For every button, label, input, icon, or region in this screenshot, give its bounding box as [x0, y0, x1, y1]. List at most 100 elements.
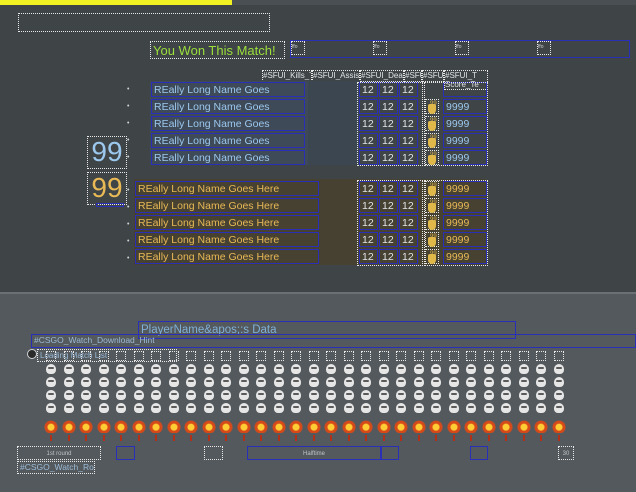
- t-player-name[interactable]: REally Long Name Goes Here: [135, 198, 319, 213]
- skull-icon: [554, 390, 564, 400]
- skull-icon: [466, 364, 476, 374]
- skull-icon: [46, 403, 56, 413]
- round-tick: [383, 435, 385, 441]
- ct-player-name[interactable]: REally Long Name Goes: [151, 116, 305, 131]
- t-row-bullet: •: [127, 187, 130, 194]
- header-text: #SFUI_Text: [422, 70, 444, 82]
- skull-icon: [64, 377, 74, 387]
- skull-icon: [519, 377, 529, 387]
- skull-icon: [484, 390, 494, 400]
- skull-icon: [116, 403, 126, 413]
- skull-icon: [379, 403, 389, 413]
- skull-icon: [99, 377, 109, 387]
- first-round-label: 1st round: [17, 446, 101, 460]
- skull-icon: [274, 403, 284, 413]
- round-avatar-slot: [186, 351, 196, 361]
- bomb-flame-icon: [552, 420, 566, 433]
- bomb-flame-icon: [44, 420, 58, 433]
- loading-info-icon: [27, 349, 37, 359]
- round-tick: [523, 435, 525, 441]
- header-score-label: #SFUI_T: [445, 71, 478, 80]
- skull-icon: [309, 390, 319, 400]
- skull-icon: [81, 364, 91, 374]
- skull-icon: [501, 403, 511, 413]
- ct-row-bullet: •: [127, 137, 130, 144]
- t-player-name[interactable]: REally Long Name Goes Here: [135, 249, 319, 264]
- round-avatar-slot: [239, 351, 249, 361]
- t-row-bullet: •: [127, 204, 130, 211]
- bomb-flame-icon: [447, 420, 461, 433]
- ct-player-name[interactable]: REally Long Name Goes: [151, 99, 305, 114]
- round-tick: [295, 435, 297, 441]
- skull-icon: [554, 403, 564, 413]
- skull-icon: [221, 403, 231, 413]
- ct-team-score: 99: [87, 136, 127, 169]
- skull-icon: [501, 390, 511, 400]
- round-avatar-slot: [554, 351, 564, 361]
- round-tick: [435, 435, 437, 441]
- skull-icon: [414, 377, 424, 387]
- skull-icon: [134, 364, 144, 374]
- round-avatar-slot: [134, 351, 144, 361]
- round-tick: [313, 435, 315, 441]
- ct-row-bullet: •: [127, 86, 130, 93]
- round-avatar-slot: [501, 351, 511, 361]
- skull-icon: [81, 403, 91, 413]
- round-tick: [85, 435, 87, 441]
- bomb-flame-icon: [359, 420, 373, 433]
- bomb-flame-icon: [149, 420, 163, 433]
- skull-icon: [186, 403, 196, 413]
- skull-icon: [256, 390, 266, 400]
- skull-icon: [81, 377, 91, 387]
- bomb-flame-icon: [482, 420, 496, 433]
- skull-icon: [221, 390, 231, 400]
- round-tick: [50, 435, 52, 441]
- skull-icon: [169, 377, 179, 387]
- round-tick: [190, 435, 192, 441]
- t-row-bullet: •: [127, 238, 130, 245]
- round-tick: [260, 435, 262, 441]
- skull-icon: [64, 390, 74, 400]
- round-tick: [68, 435, 70, 441]
- skull-icon: [151, 390, 161, 400]
- round-tick: [470, 435, 472, 441]
- skull-icon: [466, 390, 476, 400]
- skull-icon: [186, 377, 196, 387]
- skull-icon: [466, 377, 476, 387]
- round-tick: [418, 435, 420, 441]
- round-avatar-slot: [169, 351, 179, 361]
- halftime-marker: Halftime: [247, 446, 381, 460]
- skull-icon: [221, 364, 231, 374]
- ct-player-name[interactable]: REally Long Name Goes: [151, 150, 305, 165]
- corner-tag-2: ffo: [373, 41, 387, 55]
- round-avatar-slot: [116, 351, 126, 361]
- bomb-flame-icon: [132, 420, 146, 433]
- bomb-flame-icon: [184, 420, 198, 433]
- round-tick: [540, 435, 542, 441]
- skull-icon: [326, 364, 336, 374]
- ct-gap-column: [308, 81, 360, 165]
- t-player-name[interactable]: REally Long Name Goes Here: [135, 215, 319, 230]
- skull-icon: [309, 403, 319, 413]
- round-tick: [243, 435, 245, 441]
- bomb-flame-icon: [412, 420, 426, 433]
- ct-player-name[interactable]: REally Long Name Goes: [151, 82, 305, 97]
- skull-icon: [204, 364, 214, 374]
- round-avatar-slot: [326, 351, 336, 361]
- ct-player-name[interactable]: REally Long Name Goes: [151, 133, 305, 148]
- t-stats-group: [357, 180, 423, 266]
- round-tick: [488, 435, 490, 441]
- skull-icon: [554, 364, 564, 374]
- t-player-name[interactable]: REally Long Name Goes Here: [135, 181, 319, 196]
- skull-icon: [414, 364, 424, 374]
- skull-icon: [274, 390, 284, 400]
- skull-icon: [291, 403, 301, 413]
- round-avatar-slot: [361, 351, 371, 361]
- last-round-label: 30: [558, 446, 574, 460]
- skull-icon: [204, 377, 214, 387]
- skull-icon: [134, 390, 144, 400]
- t-player-name[interactable]: REally Long Name Goes Here: [135, 232, 319, 247]
- skull-icon: [326, 377, 336, 387]
- skull-icon: [379, 390, 389, 400]
- skull-icon: [239, 390, 249, 400]
